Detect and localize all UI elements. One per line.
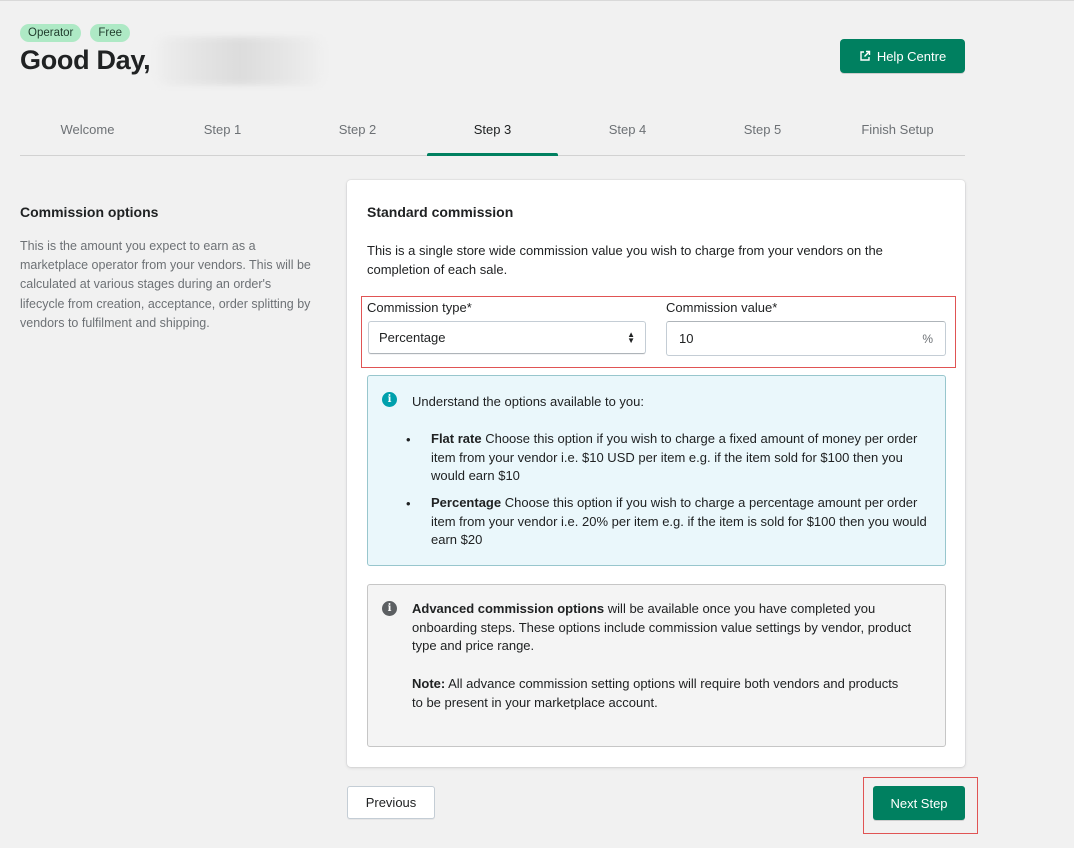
plan-badge: Free (90, 24, 131, 42)
options-info-banner: i Understand the options available to yo… (367, 375, 946, 566)
bullet-icon: • (406, 432, 411, 447)
percentage-title: Percentage (431, 495, 502, 510)
commission-type-select[interactable]: Percentage ▲ ▼ (368, 321, 646, 354)
flat-rate-title: Flat rate (431, 431, 482, 446)
commission-value-label: Commission value* (666, 300, 778, 315)
note-text: All advance commission setting options w… (412, 676, 899, 710)
flat-rate-text: Choose this option if you wish to charge… (431, 431, 918, 483)
commission-type-label: Commission type* (367, 300, 472, 315)
external-link-icon (860, 50, 871, 61)
advanced-commission-banner: i Advanced commission options will be av… (367, 584, 946, 747)
section-title: Commission options (20, 204, 159, 220)
note-label: Note: (412, 676, 446, 691)
top-divider (0, 0, 1074, 1)
greeting-title: Good Day, (20, 45, 151, 75)
info-icon: i (382, 392, 397, 407)
onboarding-steps-tabs: Welcome Step 1 Step 2 Step 3 Step 4 Step… (20, 112, 965, 156)
commission-value-input[interactable]: 10 % (666, 321, 946, 356)
tab-finish-setup[interactable]: Finish Setup (830, 112, 965, 155)
info-icon: i (382, 601, 397, 616)
role-badge: Operator (20, 24, 82, 42)
advanced-text: Advanced commission options will be avai… (412, 600, 912, 656)
card-title: Standard commission (367, 204, 514, 220)
percentage-text: Choose this option if you wish to charge… (431, 495, 927, 547)
card-description: This is a single store wide commission v… (367, 243, 883, 277)
tab-step-3[interactable]: Step 3 (425, 112, 560, 156)
help-centre-label: Help Centre (876, 48, 947, 64)
flat-rate-item: Flat rate Choose this option if you wish… (431, 430, 931, 486)
next-step-button[interactable]: Next Step (873, 786, 965, 820)
plan-badges: Operator Free (20, 24, 131, 42)
section-description: This is the amount you expect to earn as… (20, 239, 311, 330)
tab-step-4[interactable]: Step 4 (560, 112, 695, 155)
percent-suffix: % (922, 331, 933, 346)
help-centre-button[interactable]: Help Centre (840, 39, 965, 73)
info-heading: Understand the options available to you: (412, 394, 644, 409)
advanced-note: Note: All advance commission setting opt… (412, 675, 912, 712)
previous-button[interactable]: Previous (347, 786, 435, 819)
advanced-title: Advanced commission options (412, 601, 605, 616)
tab-step-5[interactable]: Step 5 (695, 112, 830, 155)
commission-type-value: Percentage (379, 330, 446, 345)
tab-step-2[interactable]: Step 2 (290, 112, 425, 155)
select-arrows-icon: ▲ ▼ (627, 329, 635, 345)
percentage-item: Percentage Choose this option if you wis… (431, 494, 931, 550)
bullet-icon: • (406, 496, 411, 511)
tab-welcome[interactable]: Welcome (20, 112, 155, 155)
redacted-user-name (157, 37, 323, 85)
tab-step-1[interactable]: Step 1 (155, 112, 290, 155)
commission-value-text: 10 (679, 331, 694, 346)
